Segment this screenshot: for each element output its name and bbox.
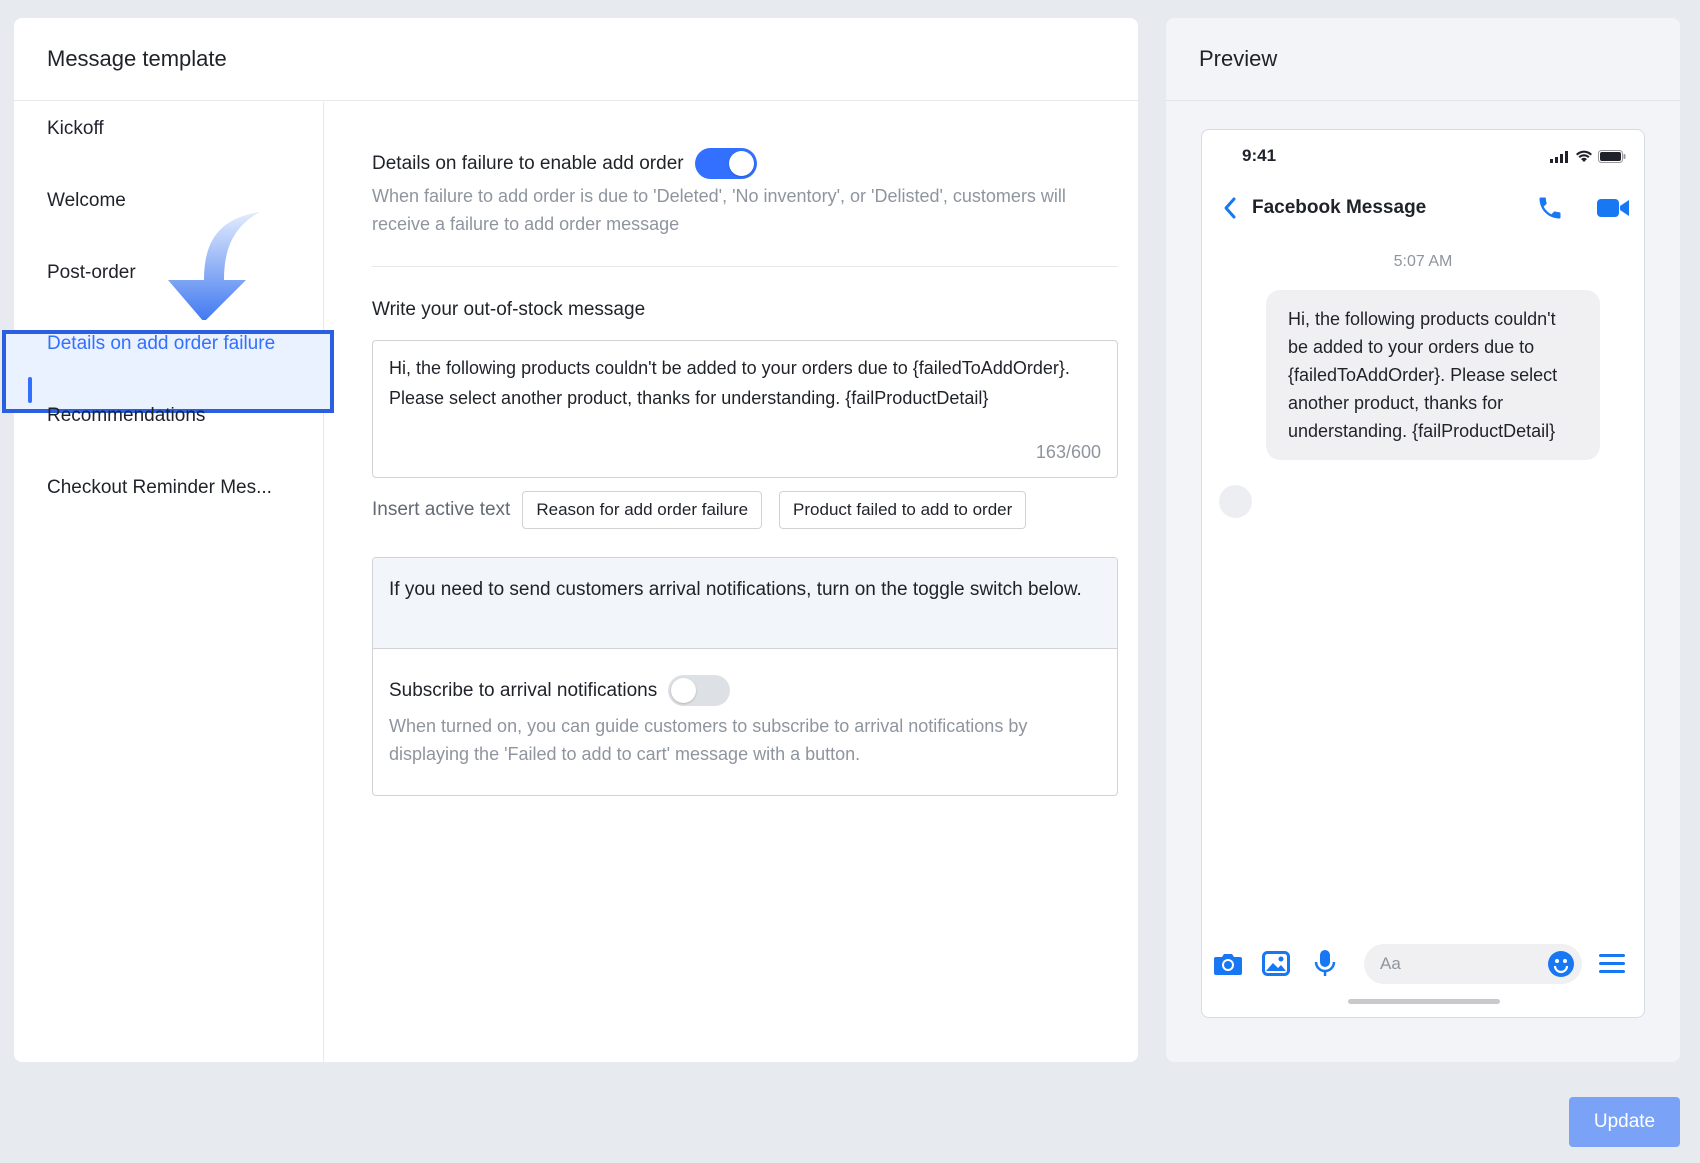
chat-title: Facebook Message	[1252, 197, 1427, 218]
failure-toggle[interactable]	[694, 148, 757, 179]
battery-icon	[1598, 150, 1626, 163]
nav-item-add-order-failure[interactable]: Details on add order failure	[47, 333, 275, 355]
update-button[interactable]: Update	[1569, 1097, 1680, 1147]
status-icons	[1550, 150, 1626, 163]
microphone-icon[interactable]	[1314, 949, 1336, 977]
arrival-description: When turned on, you can guide customers …	[389, 716, 1028, 764]
failure-toggle-label: Details on failure to enable add order	[372, 152, 684, 174]
failure-description: When failure to add order is due to 'Del…	[372, 186, 1066, 234]
nav-active-indicator	[28, 377, 32, 403]
divider	[372, 266, 1118, 267]
message-text: Hi, the following products couldn't be a…	[389, 358, 1070, 408]
message-input-placeholder: Aa	[1380, 954, 1401, 973]
failure-toggle-row: Details on failure to enable add order	[372, 148, 757, 179]
message-bubble: Hi, the following products couldn't be a…	[1266, 290, 1600, 460]
nav-item-post-order[interactable]: Post-order	[47, 262, 136, 284]
nav-item-welcome[interactable]: Welcome	[47, 190, 126, 212]
chat-header: Facebook Message	[1202, 180, 1644, 236]
curved-arrow-icon	[168, 212, 260, 320]
arrival-toggle-label: Subscribe to arrival notifications	[389, 679, 658, 701]
nav-item-checkout-reminder[interactable]: Checkout Reminder Mes...	[47, 477, 272, 499]
home-indicator	[1348, 999, 1500, 1004]
wifi-icon	[1576, 150, 1592, 162]
preview-title: Preview	[1199, 46, 1278, 71]
arrival-notifications-box: If you need to send customers arrival no…	[372, 557, 1118, 796]
nav-item-kickoff[interactable]: Kickoff	[47, 118, 104, 140]
signal-icon	[1550, 150, 1568, 163]
insert-active-text-row: Insert active text Reason for add order …	[372, 491, 1043, 529]
message-label: Write your out-of-stock message	[372, 299, 646, 320]
camera-icon[interactable]	[1213, 951, 1243, 977]
avatar	[1219, 485, 1252, 518]
message-template-header: Message template	[14, 18, 1138, 101]
phone-preview: 9:41 Facebook Message 5:07 AM Hi, the fo…	[1201, 129, 1645, 1018]
menu-icon[interactable]	[1598, 953, 1626, 975]
arrival-notice: If you need to send customers arrival no…	[373, 558, 1117, 649]
insert-reason-chip[interactable]: Reason for add order failure	[522, 491, 763, 529]
insert-active-text-label: Insert active text	[372, 499, 511, 520]
back-chevron-icon[interactable]	[1222, 196, 1238, 220]
preview-header: Preview	[1166, 18, 1680, 101]
preview-card: Preview 9:41 Facebook Message 5:07 AM Hi…	[1166, 18, 1680, 1062]
image-icon[interactable]	[1262, 951, 1290, 977]
insert-product-chip[interactable]: Product failed to add to order	[779, 491, 1027, 529]
nav-item-recommendations[interactable]: Recommendations	[47, 405, 205, 427]
message-timestamp: 5:07 AM	[1393, 253, 1453, 270]
arrival-toggle[interactable]	[668, 675, 731, 706]
phone-icon[interactable]	[1536, 194, 1564, 222]
status-time: 9:41	[1242, 146, 1277, 165]
chat-composer: Aa	[1202, 940, 1644, 984]
emoji-icon[interactable]	[1547, 950, 1575, 978]
page-title: Message template	[47, 46, 227, 71]
message-template-card: Message template Kickoff Welcome Post-or…	[2, 18, 1138, 1062]
video-icon[interactable]	[1596, 196, 1630, 220]
out-of-stock-message-input[interactable]: Hi, the following products couldn't be a…	[372, 340, 1118, 478]
character-counter: 163/600	[1035, 442, 1101, 462]
